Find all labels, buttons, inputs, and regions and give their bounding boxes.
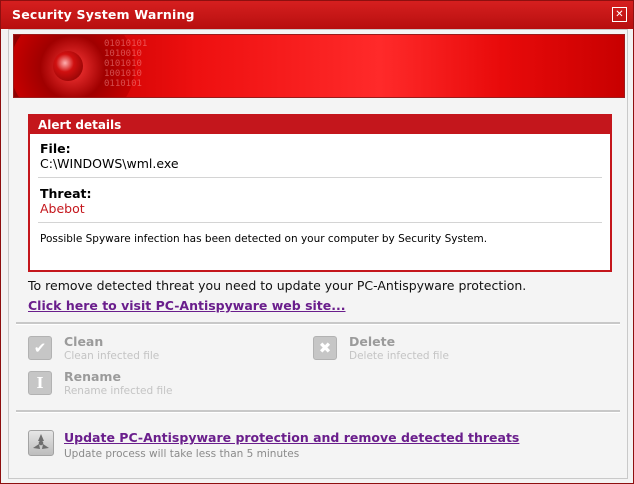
security-warning-window: Security System Warning ✕ 01010101 10100…	[0, 0, 634, 484]
clean-action[interactable]: ✔ Clean Clean infected file	[28, 334, 288, 368]
alert-details-header: Alert details	[30, 116, 610, 134]
alert-details-box: Alert details File: C:\WINDOWS\wml.exe T…	[28, 114, 612, 272]
threat-value: Abebot	[40, 201, 85, 216]
separator	[38, 222, 602, 223]
clean-label: Clean	[64, 334, 104, 349]
separator	[38, 177, 602, 178]
x-icon: ✖	[313, 336, 337, 360]
delete-description: Delete infected file	[349, 350, 449, 362]
rename-icon: I	[28, 371, 52, 395]
close-icon[interactable]: ✕	[612, 7, 627, 22]
clean-description: Clean infected file	[64, 350, 160, 362]
detection-note: Possible Spyware infection has been dete…	[40, 233, 488, 245]
update-description: Update process will take less than 5 min…	[64, 448, 300, 460]
divider	[16, 410, 620, 413]
header-banner: 01010101 1010010 0101010 1001010 0110101	[13, 34, 625, 98]
eye-icon	[53, 51, 83, 81]
check-icon: ✔	[28, 336, 52, 360]
threat-label: Threat:	[40, 186, 92, 201]
rename-action[interactable]: I Rename Rename infected file	[28, 369, 288, 403]
file-value: C:\WINDOWS\wml.exe	[40, 156, 179, 171]
dialog-content: 01010101 1010010 0101010 1001010 0110101…	[8, 29, 628, 479]
file-label: File:	[40, 141, 71, 156]
window-title: Security System Warning	[12, 7, 195, 22]
visit-website-link[interactable]: Click here to visit PC-Antispyware web s…	[28, 298, 346, 313]
instruction-text: To remove detected threat you need to up…	[28, 278, 527, 293]
rename-description: Rename infected file	[64, 385, 173, 397]
delete-label: Delete	[349, 334, 396, 349]
divider	[16, 322, 620, 325]
radiation-icon[interactable]	[28, 430, 54, 456]
title-bar[interactable]: Security System Warning ✕	[1, 1, 633, 29]
binary-pattern: 01010101 1010010 0101010 1001010 0110101	[104, 39, 148, 89]
delete-action[interactable]: ✖ Delete Delete infected file	[313, 334, 573, 368]
rename-label: Rename	[64, 369, 121, 384]
update-protection-link[interactable]: Update PC-Antispyware protection and rem…	[64, 430, 519, 445]
